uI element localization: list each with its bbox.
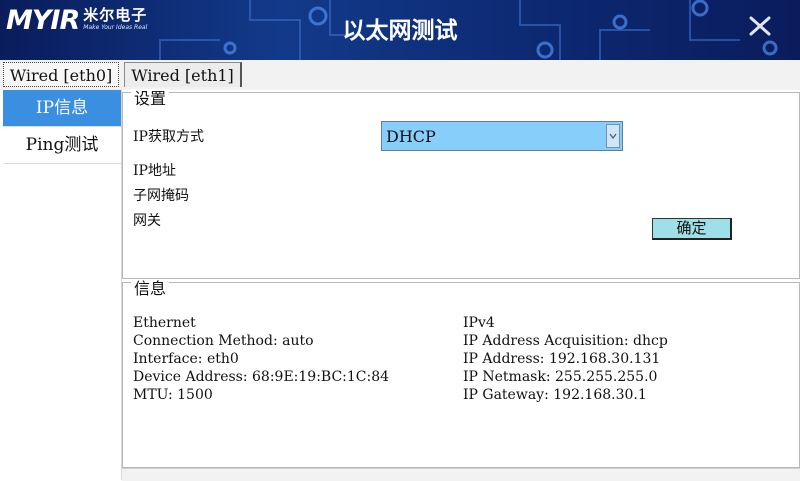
close-icon[interactable] [748,14,772,38]
info-ip-gateway: IP Gateway: 192.168.30.1 [463,387,647,403]
ip-address-label: IP地址 [133,163,176,179]
info-mtu: MTU: 1500 [133,387,213,403]
settings-legend: 设置 [131,89,170,109]
info-legend: 信息 [131,279,170,299]
ip-method-select[interactable]: DHCP [381,121,623,151]
bottom-strip [122,468,800,481]
info-ip-address: IP Address: 192.168.30.131 [463,351,661,367]
ip-method-label: IP获取方式 [133,129,204,145]
confirm-button[interactable]: 确定 [652,218,732,240]
ip-method-value: DHCP [386,127,436,146]
chevron-down-icon[interactable] [606,124,620,148]
info-interface: Interface: eth0 [133,351,239,367]
info-ip-acquisition: IP Address Acquisition: dhcp [463,333,668,349]
settings-group: 设置 IP获取方式 DHCP IP地址 子网掩码 网关 确定 [122,89,800,279]
sidebar-nav: IP信息 Ping测试 [3,90,122,480]
tab-eth0[interactable]: Wired [eth0] [3,62,119,87]
info-ipv4: IPv4 [463,315,495,331]
info-device-address: Device Address: 68:9E:19:BC:1C:84 [133,369,390,385]
interface-tab-bar [0,60,800,90]
app-header: MYIR 米尔电子 Make Your Ideas Real 以太网测试 [0,0,800,60]
info-connection-method: Connection Method: auto [133,333,314,349]
gateway-label: 网关 [133,213,161,229]
info-ethernet: Ethernet [133,315,196,331]
page-title: 以太网测试 [342,18,458,44]
tab-eth1[interactable]: Wired [eth1] [124,62,242,87]
info-ip-netmask: IP Netmask: 255.255.255.0 [463,369,658,385]
nav-item-ping-test[interactable]: Ping测试 [3,127,121,164]
nav-item-ip-info[interactable]: IP信息 [3,90,121,127]
subnet-mask-label: 子网掩码 [133,188,189,204]
info-group: 信息 Ethernet Connection Method: auto Inte… [122,279,800,468]
